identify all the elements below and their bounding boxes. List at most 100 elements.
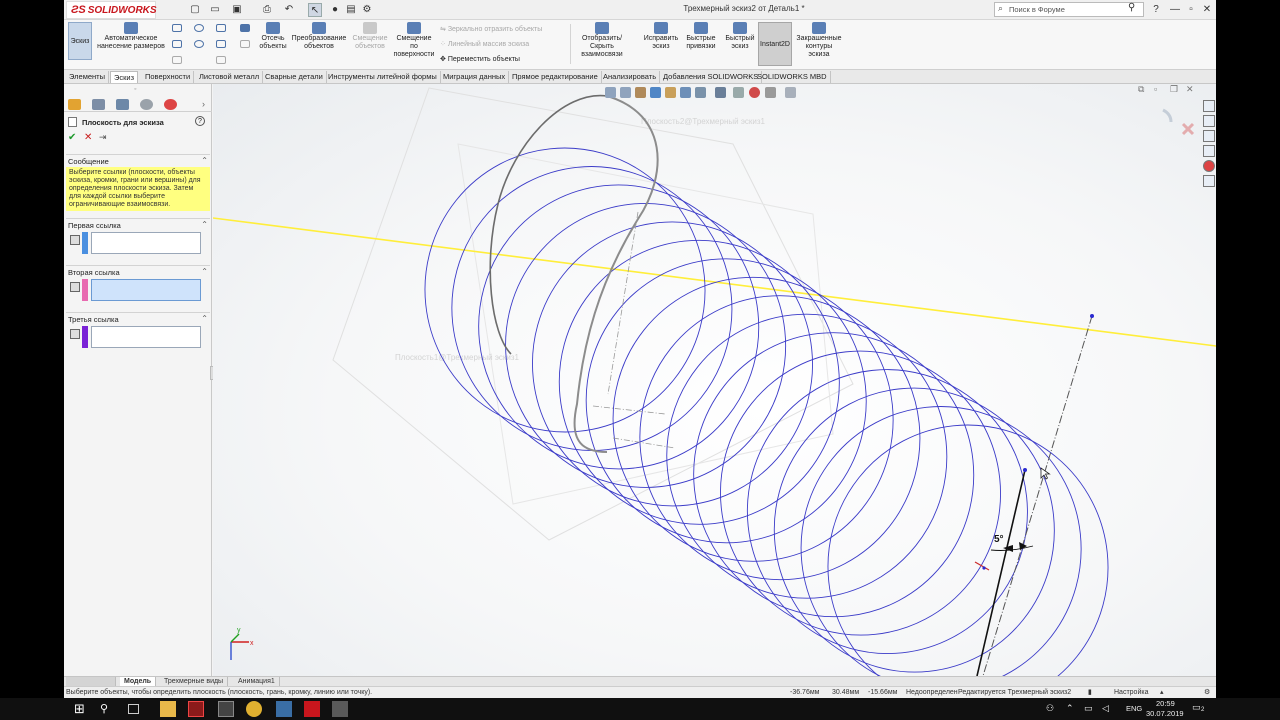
- first-reference-selection-box[interactable]: [91, 232, 201, 254]
- coil-turn[interactable]: [653, 300, 961, 612]
- units-dropdown-icon[interactable]: ▴: [1160, 687, 1164, 698]
- calculator-icon[interactable]: [218, 701, 234, 717]
- display-pane-icon[interactable]: [785, 87, 796, 98]
- centerline-3[interactable]: [612, 437, 676, 449]
- coil-turn[interactable]: [518, 208, 826, 520]
- arc-icon[interactable]: [194, 40, 204, 48]
- coil-turn[interactable]: [599, 263, 907, 575]
- chrome-icon[interactable]: [246, 701, 262, 717]
- fillet-icon[interactable]: [240, 40, 250, 48]
- instant2d-button[interactable]: Instant2D: [758, 22, 792, 66]
- volume-icon[interactable]: ◁: [1102, 703, 1109, 714]
- display-relations-button[interactable]: Отобразить/Скрыть взаимосвязи: [574, 22, 630, 59]
- print-icon[interactable]: ⎙: [260, 3, 274, 17]
- second-reference-header[interactable]: Вторая ссылка ⌃: [66, 265, 210, 277]
- endpoint-1[interactable]: [1090, 314, 1094, 318]
- guide-curve-upper[interactable]: [489, 94, 608, 355]
- configuration-manager-icon[interactable]: [116, 99, 129, 110]
- centerline-2[interactable]: [592, 405, 666, 415]
- construction-line[interactable]: [982, 315, 1093, 676]
- display-manager-icon[interactable]: [164, 99, 177, 110]
- help-icon[interactable]: ?: [195, 116, 205, 126]
- circle-icon[interactable]: [194, 24, 204, 32]
- dimxpert-icon[interactable]: [140, 99, 153, 110]
- offset-on-surface-button[interactable]: Смещение по поверхности: [392, 22, 436, 59]
- coil-turn[interactable]: [760, 374, 1068, 676]
- solidworks-resources-icon[interactable]: [1203, 100, 1215, 112]
- undo-icon[interactable]: ↶: [282, 3, 296, 17]
- clock-date[interactable]: 30.07.2019: [1146, 709, 1184, 718]
- tab-mold-tools[interactable]: Инструменты литейной формы: [325, 71, 441, 83]
- collapse-icon[interactable]: ⌃: [201, 267, 208, 276]
- forum-search-input[interactable]: Поиск в Форуме: [994, 2, 1144, 17]
- ok-icon[interactable]: ✔: [68, 132, 76, 143]
- trim-entities-button[interactable]: Отсечь объекты: [256, 22, 290, 51]
- language-indicator[interactable]: ENG: [1126, 704, 1142, 713]
- adobe-app-icon[interactable]: [188, 701, 204, 717]
- polygon-icon[interactable]: [216, 40, 226, 48]
- viewport-restore-icon[interactable]: ❐: [1170, 84, 1178, 95]
- chevron-right-icon[interactable]: ›: [202, 99, 205, 109]
- select-icon[interactable]: ↖: [308, 3, 322, 17]
- zoom-to-area-icon[interactable]: [620, 87, 631, 98]
- user-icon[interactable]: ⚇: [1046, 703, 1054, 714]
- view-palette-icon[interactable]: [1203, 145, 1215, 157]
- previous-view-icon[interactable]: [635, 87, 646, 98]
- tray-chevron-icon[interactable]: ⌃: [1066, 703, 1074, 714]
- coil-turn[interactable]: [733, 356, 1041, 668]
- sketch-line[interactable]: [976, 469, 1026, 676]
- dynamic-annotation-icon[interactable]: [665, 87, 676, 98]
- offset-entities-button[interactable]: Смещение объектов: [350, 22, 390, 51]
- tab-weldments[interactable]: Сварные детали: [262, 71, 327, 83]
- viewport-close-icon[interactable]: ✕: [1186, 84, 1194, 95]
- zoom-to-fit-icon[interactable]: [605, 87, 616, 98]
- ellipse-icon[interactable]: [216, 56, 226, 64]
- open-file-icon[interactable]: ▭: [208, 3, 222, 17]
- minimize-icon[interactable]: —: [1168, 2, 1182, 17]
- custom-properties-icon[interactable]: [1203, 175, 1215, 187]
- property-manager-icon[interactable]: [92, 99, 105, 110]
- coil-turn[interactable]: [572, 245, 880, 557]
- task-view-icon[interactable]: [128, 704, 139, 714]
- search-icon[interactable]: ⚲: [100, 701, 116, 717]
- file-explorer-icon[interactable]: [160, 701, 176, 717]
- view-orientation-icon[interactable]: [680, 87, 691, 98]
- tab-features[interactable]: Элементы: [66, 71, 109, 83]
- rectangle-icon[interactable]: [172, 40, 182, 48]
- third-reference-selection-box[interactable]: [91, 326, 201, 348]
- collapse-icon[interactable]: ⌃: [201, 220, 208, 229]
- windows-start-icon[interactable]: ⊞: [74, 701, 90, 717]
- pin-icon[interactable]: ⇥: [99, 132, 107, 143]
- line-icon[interactable]: [172, 24, 182, 32]
- rebuild-status-icon[interactable]: ▮: [1088, 687, 1092, 698]
- angle-dimension-value[interactable]: 5°: [994, 534, 1004, 545]
- view-settings-icon[interactable]: [765, 87, 776, 98]
- rebuild-icon[interactable]: ●: [328, 3, 342, 17]
- second-reference-selection-box[interactable]: [91, 279, 201, 301]
- point-icon[interactable]: [240, 24, 250, 32]
- design-library-icon[interactable]: [1203, 115, 1215, 127]
- smart-dimension-button[interactable]: Автоматическое нанесение размеров: [96, 22, 166, 51]
- network-icon[interactable]: ▭: [1084, 703, 1093, 714]
- notification-icon[interactable]: ▭: [1192, 702, 1201, 713]
- coil-turn[interactable]: [814, 411, 1122, 676]
- viewport-minimize-icon[interactable]: ▫: [1154, 84, 1157, 94]
- rapid-sketch-button[interactable]: Быстрый эскиз: [724, 22, 756, 51]
- new-file-icon[interactable]: ▢: [188, 3, 202, 17]
- close-icon[interactable]: ✕: [1200, 2, 1214, 17]
- section-view-icon[interactable]: [650, 87, 661, 98]
- search-icon[interactable]: ⚲: [1128, 2, 1135, 13]
- tab-data-migration[interactable]: Миграция данных: [440, 71, 510, 83]
- coil-turn[interactable]: [706, 337, 1014, 649]
- confirmation-corner-icon[interactable]: [1162, 108, 1195, 136]
- move-entities-button[interactable]: ✥ Переместить объекты: [440, 55, 520, 63]
- helix-coil[interactable]: [411, 134, 1122, 676]
- save-icon[interactable]: ▣: [230, 3, 244, 17]
- coil-turn[interactable]: [411, 134, 719, 446]
- tab-direct-editing[interactable]: Прямое редактирование: [509, 71, 602, 83]
- coil-turn[interactable]: [626, 282, 934, 594]
- file-properties-icon[interactable]: ▤: [344, 3, 358, 17]
- status-custom[interactable]: Настройка: [1114, 687, 1148, 698]
- appearances-icon[interactable]: [1203, 160, 1215, 172]
- repair-sketch-button[interactable]: Исправить эскиз: [642, 22, 680, 51]
